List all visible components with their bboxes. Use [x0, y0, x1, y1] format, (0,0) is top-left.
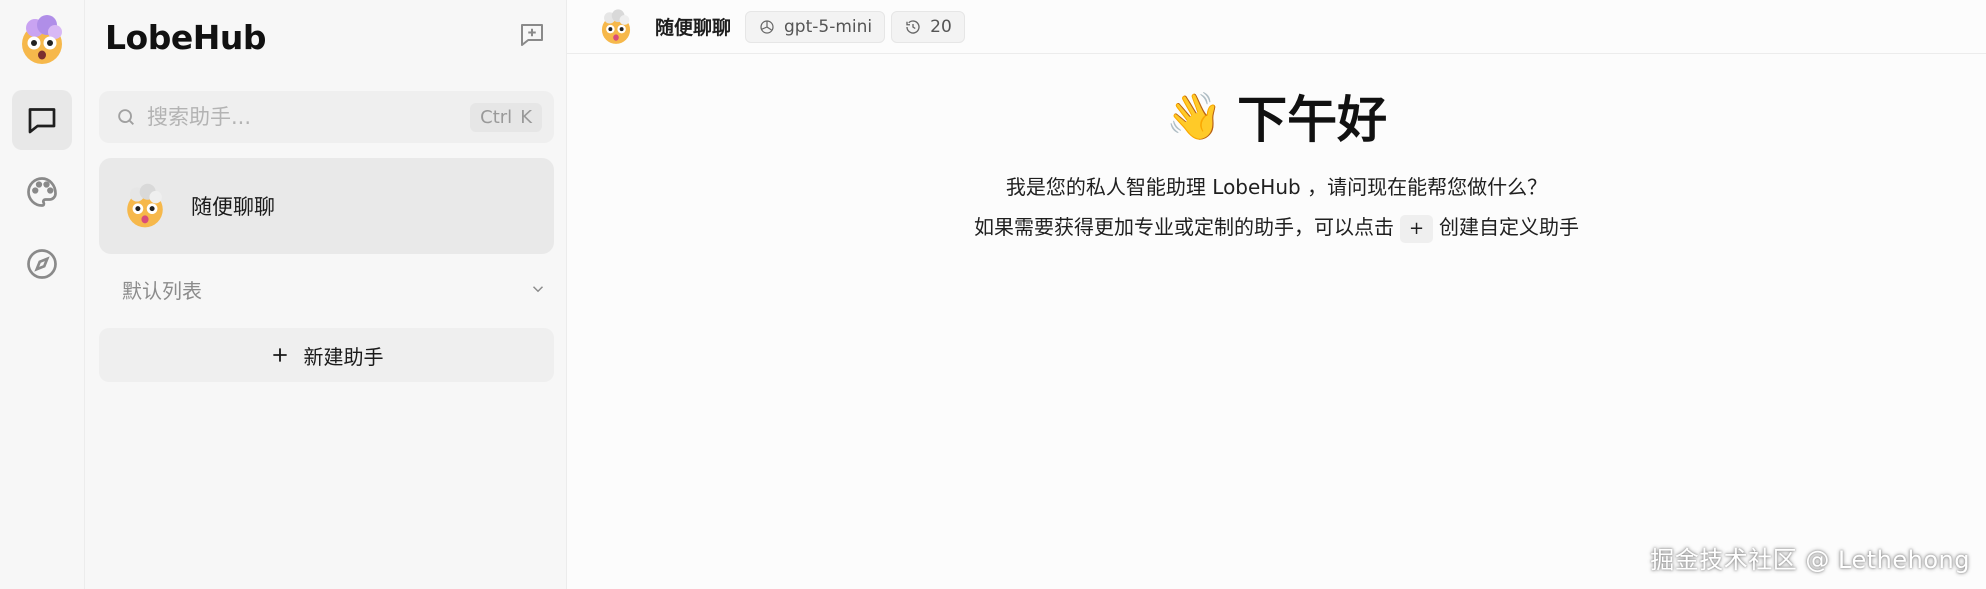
- new-agent-label: 新建助手: [303, 344, 384, 369]
- custom-agent-hint: 如果需要获得更加专业或定制的助手，可以点击 + 创建自定义助手: [567, 210, 1986, 244]
- rail-chat-button[interactable]: [12, 90, 72, 150]
- search-shortcut: Ctrl K: [470, 102, 542, 132]
- greeting-text: 下午好: [1237, 91, 1388, 149]
- rail-discover-button[interactable]: [12, 234, 72, 294]
- brand-logo: LobeHub: [105, 18, 266, 57]
- history-count: 20: [930, 16, 952, 37]
- session-panel: LobeHub Ctrl K 随便聊聊 默认列表: [85, 0, 567, 589]
- session-group-header[interactable]: 默认列表: [122, 274, 547, 304]
- nav-rail: [0, 0, 85, 589]
- user-avatar[interactable]: [14, 12, 70, 68]
- history-tag[interactable]: 20: [891, 10, 965, 43]
- plus-icon: [272, 348, 287, 362]
- chat-title: 随便聊聊: [655, 17, 732, 39]
- wave-icon: 👋: [1165, 88, 1224, 143]
- history-icon: [906, 19, 920, 34]
- rail-palette-button[interactable]: [12, 162, 72, 222]
- mind-blown-avatar-icon: [22, 15, 62, 64]
- watermark: 掘金技术社区 @ Lethehong: [1650, 546, 1970, 574]
- chevron-down-icon: [532, 286, 544, 293]
- intro-line: 我是您的私人智能助理 LobeHub ，请问现在能帮您做什么？: [1005, 175, 1548, 199]
- palette-icon: [27, 177, 57, 207]
- shortcut-mod: Ctrl: [480, 106, 513, 128]
- search-box[interactable]: Ctrl K: [99, 91, 554, 143]
- message-square-icon: [28, 108, 56, 134]
- search-icon: [118, 109, 134, 125]
- mind-blown-avatar-icon[interactable]: [597, 8, 635, 46]
- model-tag[interactable]: gpt-5-mini: [745, 10, 886, 43]
- greeting-heading: 👋 下午好: [1166, 80, 1387, 152]
- mind-blown-avatar-icon: [127, 183, 163, 228]
- message-plus-icon: [521, 24, 543, 46]
- new-agent-button[interactable]: 新建助手: [99, 328, 554, 382]
- session-item[interactable]: 随便聊聊: [99, 158, 554, 254]
- new-topic-button[interactable]: [513, 16, 551, 54]
- hint-text-after: 创建自定义助手: [1439, 215, 1580, 239]
- welcome-section: 👋 下午好 我是您的私人智能助理 LobeHub ，请问现在能帮您做什么？ 如果…: [567, 80, 1986, 244]
- inline-plus-button[interactable]: +: [1399, 215, 1434, 243]
- search-input[interactable]: [147, 105, 471, 129]
- openai-icon: [760, 19, 774, 34]
- model-name: gpt-5-mini: [784, 16, 873, 37]
- shortcut-key: K: [520, 106, 532, 128]
- group-label: 默认列表: [122, 278, 202, 303]
- session-title: 随便聊聊: [191, 195, 275, 219]
- hint-text-before: 如果需要获得更加专业或定制的助手，可以点击: [973, 215, 1394, 239]
- compass-icon: [27, 249, 57, 279]
- chat-header: 随便聊聊 gpt-5-mini 20: [567, 0, 1986, 54]
